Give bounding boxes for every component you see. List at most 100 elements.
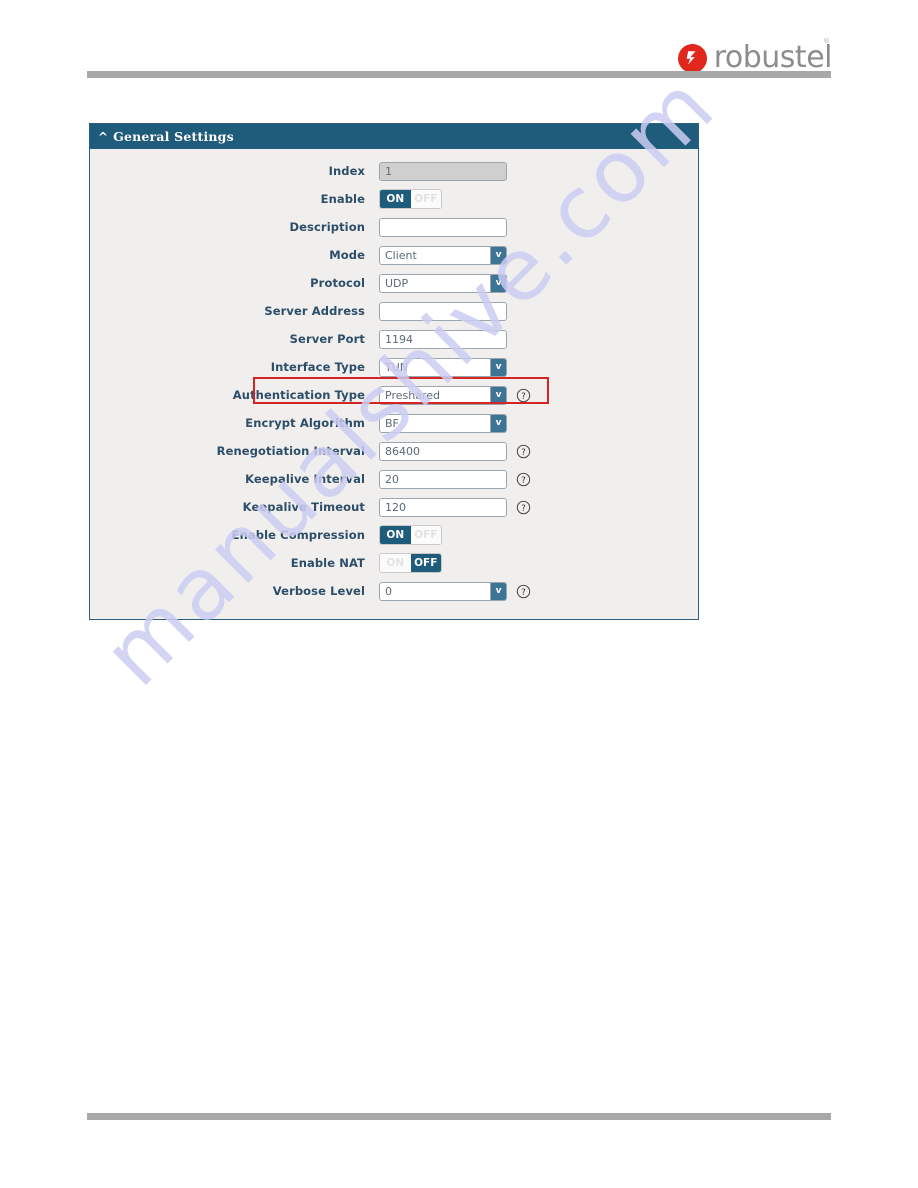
- form-row-control: TUN v: [379, 357, 507, 377]
- form-row-control: BF v: [379, 413, 507, 433]
- form-row: Interface Type TUN v: [90, 353, 698, 381]
- form-row-control: ?: [379, 441, 531, 461]
- encrypt-algorithm-select[interactable]: BF v: [379, 413, 507, 433]
- chevron-down-icon[interactable]: v: [490, 274, 506, 292]
- form-row: Mode Client v: [90, 241, 698, 269]
- form-row-label: Enable NAT: [290, 556, 365, 570]
- form-row: Verbose Level 0 v?: [90, 577, 698, 605]
- keepalive-interval-input[interactable]: [379, 469, 507, 489]
- renegotiation-interval-input[interactable]: [379, 441, 507, 461]
- svg-text:?: ?: [521, 503, 526, 513]
- enable-compression-toggle[interactable]: ON OFF: [379, 525, 442, 545]
- form-row-control: Client v: [379, 245, 507, 265]
- form-row: Enable NAT ON OFF: [90, 549, 698, 577]
- form-row-label: Server Port: [289, 332, 365, 346]
- verbose-level-select-value: 0: [385, 584, 392, 598]
- enable-toggle[interactable]: ON OFF: [379, 189, 442, 209]
- robustel-logo: robustel: [677, 40, 833, 75]
- form-row-control: [379, 161, 507, 181]
- form-row-control: Preshared v?: [379, 385, 531, 405]
- panel-title: General Settings: [113, 129, 234, 144]
- trademark-symbol: ®: [823, 37, 830, 45]
- form-row-label: Protocol: [310, 276, 365, 290]
- form-row-control: 0 v?: [379, 581, 531, 601]
- help-icon[interactable]: ?: [516, 584, 531, 599]
- form-row-control: [379, 217, 507, 237]
- form-row-control: ?: [379, 497, 531, 517]
- form-row-label: Verbose Level: [272, 584, 365, 598]
- form-row: Keepalive Timeout?: [90, 493, 698, 521]
- form-row: Renegotiation Interval?: [90, 437, 698, 465]
- server-address-input[interactable]: [379, 301, 507, 321]
- svg-text:?: ?: [521, 391, 526, 401]
- form-row-label: Encrypt Algorithm: [245, 416, 365, 430]
- enable-nat-toggle[interactable]: ON OFF: [379, 553, 442, 573]
- interface-type-select-value: TUN: [385, 360, 408, 374]
- header-divider-bar: [87, 71, 831, 78]
- toggle-off-segment[interactable]: OFF: [410, 190, 441, 208]
- form-row-label: Server Address: [264, 304, 365, 318]
- form-row: Index: [90, 157, 698, 185]
- chevron-down-icon[interactable]: v: [490, 582, 506, 600]
- form-row: Enable ON OFF: [90, 185, 698, 213]
- mode-select-value: Client: [385, 248, 417, 262]
- protocol-select[interactable]: UDP v: [379, 273, 507, 293]
- robustel-wordmark: robustel: [713, 40, 833, 75]
- chevron-up-icon[interactable]: ^: [98, 131, 108, 143]
- help-icon[interactable]: ?: [516, 472, 531, 487]
- chevron-down-icon[interactable]: v: [490, 246, 506, 264]
- form-row: Description: [90, 213, 698, 241]
- form-row-label: Description: [289, 220, 365, 234]
- form-row-label: Authentication Type: [232, 388, 365, 402]
- mode-select[interactable]: Client v: [379, 245, 507, 265]
- keepalive-timeout-input[interactable]: [379, 497, 507, 517]
- help-icon[interactable]: ?: [516, 500, 531, 515]
- form-row: Server Port: [90, 325, 698, 353]
- help-icon[interactable]: ?: [516, 444, 531, 459]
- form-row: Server Address: [90, 297, 698, 325]
- form-row-control: [379, 329, 507, 349]
- toggle-on-segment[interactable]: ON: [380, 190, 411, 208]
- encrypt-algorithm-select-value: BF: [385, 416, 399, 430]
- toggle-off-segment[interactable]: OFF: [410, 554, 441, 572]
- form-row-label: Keepalive Timeout: [242, 500, 365, 514]
- toggle-on-segment[interactable]: ON: [380, 526, 411, 544]
- form-row-control: ?: [379, 469, 531, 489]
- form-row-control: ON OFF: [379, 553, 442, 573]
- chevron-down-icon[interactable]: v: [490, 386, 506, 404]
- server-port-input[interactable]: [379, 329, 507, 349]
- form-row-control: ON OFF: [379, 189, 442, 209]
- form-row: Authentication Type Preshared v?: [90, 377, 698, 409]
- form-row-label: Interface Type: [270, 360, 365, 374]
- form-row: Protocol UDP v: [90, 269, 698, 297]
- panel-body: IndexEnableONOFFDescriptionModeClientvPr…: [90, 149, 698, 619]
- form-row-control: UDP v: [379, 273, 507, 293]
- toggle-on-segment[interactable]: ON: [380, 554, 411, 572]
- robustel-logo-icon: [677, 43, 707, 73]
- description-input[interactable]: [379, 217, 507, 237]
- form-row-label: Enable Compression: [231, 528, 365, 542]
- form-row-label: Enable: [320, 192, 365, 206]
- page-header: robustel ®: [0, 0, 918, 92]
- verbose-level-select[interactable]: 0v: [379, 581, 507, 601]
- toggle-off-segment[interactable]: OFF: [410, 526, 441, 544]
- panel-header[interactable]: ^ General Settings: [90, 124, 698, 149]
- form-row: Encrypt Algorithm BF v: [90, 409, 698, 437]
- interface-type-select[interactable]: TUN v: [379, 357, 507, 377]
- form-row-label: Index: [328, 164, 365, 178]
- authentication-type-select-value: Preshared: [385, 388, 440, 402]
- form-row-label: Mode: [329, 248, 365, 262]
- svg-text:?: ?: [521, 587, 526, 597]
- chevron-down-icon[interactable]: v: [490, 358, 506, 376]
- index-input: [379, 161, 507, 181]
- authentication-type-select[interactable]: Preshared v: [379, 385, 507, 405]
- chevron-down-icon[interactable]: v: [490, 414, 506, 432]
- form-row-control: [379, 301, 507, 321]
- form-row: Keepalive Interval?: [90, 465, 698, 493]
- footer-divider-bar: [87, 1113, 831, 1120]
- svg-text:?: ?: [521, 447, 526, 457]
- protocol-select-value: UDP: [385, 276, 409, 290]
- form-row-label: Renegotiation Interval: [216, 444, 365, 458]
- help-icon[interactable]: ?: [516, 388, 531, 403]
- form-row-control: ON OFF: [379, 525, 442, 545]
